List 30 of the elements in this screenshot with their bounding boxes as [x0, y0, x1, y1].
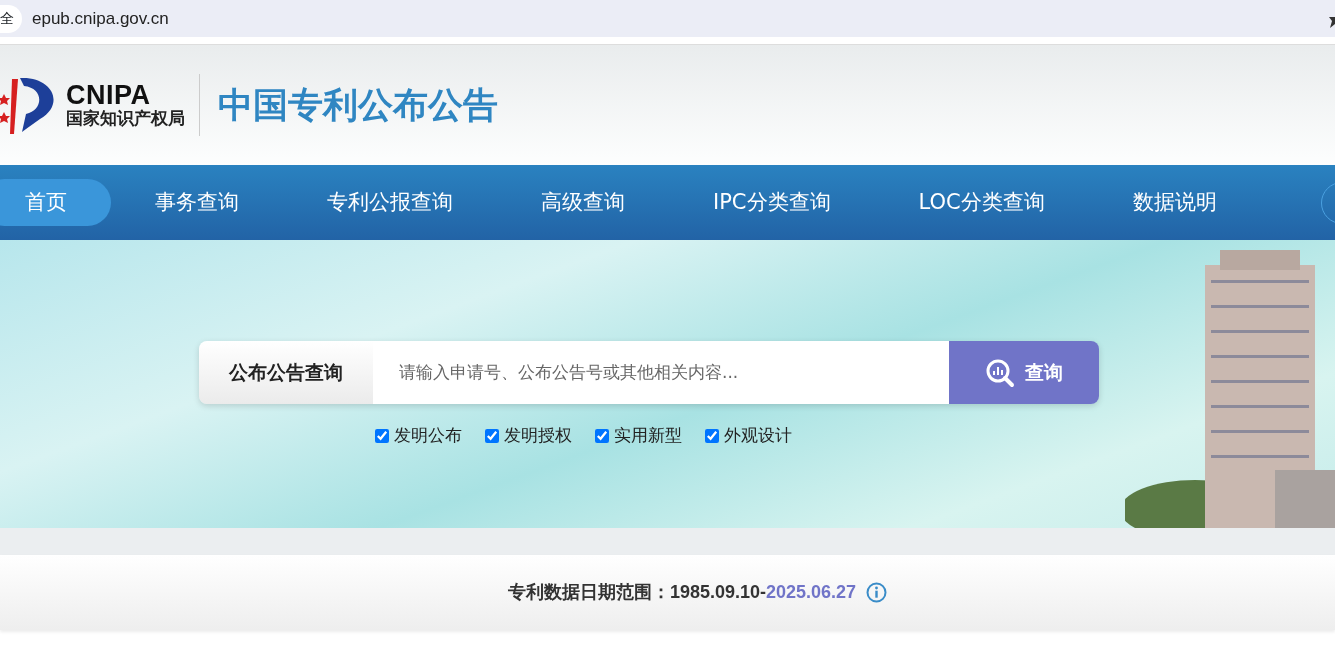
search-field[interactable]: 请输入申请号、公布公告号或其他相关内容...: [373, 341, 949, 404]
filter-option[interactable]: 外观设计: [705, 423, 792, 449]
filter-label: 外观设计: [724, 424, 792, 447]
search-icon: [985, 357, 1015, 388]
nav-tab[interactable]: 事务查询: [111, 178, 283, 227]
site-info-chip[interactable]: 全: [0, 4, 22, 33]
search-button[interactable]: 查询: [949, 341, 1099, 404]
filter-option[interactable]: 发明授权: [485, 423, 572, 449]
nav-tab[interactable]: 首页: [0, 178, 111, 227]
checkbox[interactable]: [485, 428, 499, 443]
logo-agency-name: 国家知识产权局: [66, 109, 185, 128]
address-url[interactable]: epub.cnipa.gov.cn: [32, 5, 169, 32]
filter-label: 实用新型: [614, 424, 682, 447]
filter-option[interactable]: 实用新型: [595, 423, 682, 449]
search-category-label: 公布公告查询: [199, 341, 373, 404]
nav-tab[interactable]: 专利公报查询: [283, 178, 497, 227]
nav-tab[interactable]: IPC分类查询: [669, 178, 875, 227]
nav-tab[interactable]: LOC分类查询: [874, 178, 1089, 227]
date-range-text: 专利数据日期范围：1985.09.10-2025.06.27: [507, 581, 857, 604]
logo-abbreviation: CNIPA: [66, 82, 151, 110]
info-icon[interactable]: [866, 582, 888, 603]
nav-tab[interactable]: 高级查询: [497, 178, 669, 227]
checkbox[interactable]: [375, 428, 389, 443]
nav-tab[interactable]: 数据说明: [1088, 178, 1261, 227]
site-title: 中国专利公布公告: [218, 83, 498, 127]
filter-label: 发明公布: [394, 424, 462, 447]
filter-option[interactable]: 发明公布: [375, 423, 462, 449]
checkbox[interactable]: [705, 428, 719, 443]
checkbox[interactable]: [595, 428, 609, 443]
filter-label: 发明授权: [504, 424, 572, 447]
